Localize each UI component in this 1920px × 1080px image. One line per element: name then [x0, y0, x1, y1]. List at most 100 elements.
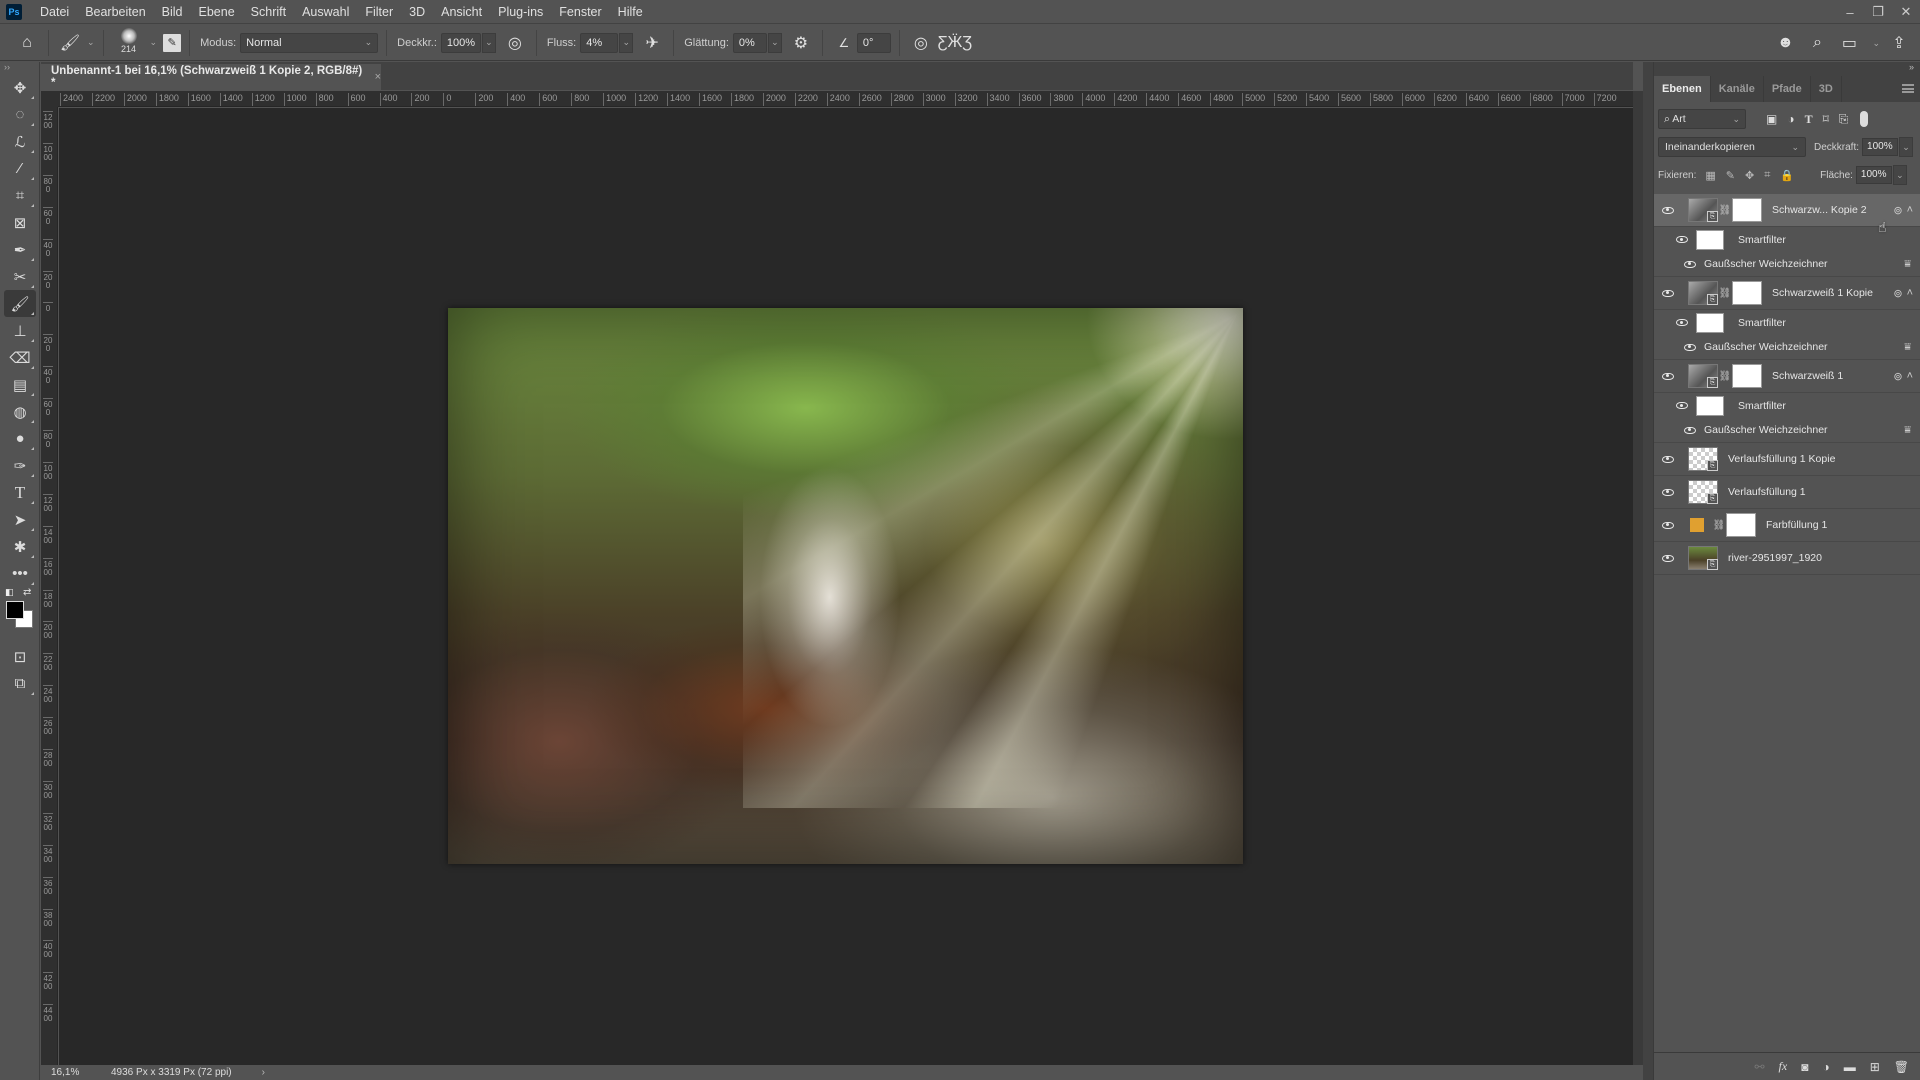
- close-window-button[interactable]: ✕: [1892, 0, 1920, 24]
- visibility-eye-icon[interactable]: [1654, 289, 1682, 297]
- ruler-origin[interactable]: [41, 91, 58, 107]
- visibility-eye-icon[interactable]: [1682, 260, 1698, 268]
- menu-hilfe[interactable]: Hilfe: [610, 0, 651, 24]
- menu-auswahl[interactable]: Auswahl: [294, 0, 357, 24]
- menu-bild[interactable]: Bild: [154, 0, 191, 24]
- layer-style-fx-icon[interactable]: fx: [1779, 1059, 1788, 1074]
- healing-tool-icon[interactable]: ✂: [4, 263, 36, 290]
- layer-name[interactable]: Schwarzweiß 1 Kopie: [1772, 287, 1873, 299]
- search-icon[interactable]: ⌕: [1804, 30, 1830, 56]
- default-colors-icon[interactable]: ◧: [5, 587, 14, 598]
- panel-menu-icon[interactable]: [1902, 84, 1914, 93]
- layer-opacity-input[interactable]: 100%: [1862, 138, 1899, 156]
- brush-settings-icon[interactable]: ✎: [163, 33, 182, 52]
- share-export-icon[interactable]: ⇪: [1886, 30, 1912, 56]
- filter-row[interactable]: Gaußscher Weichzeichner ⩸: [1654, 252, 1920, 277]
- blend-mode-select[interactable]: Ineinanderkopieren ⌄: [1658, 137, 1806, 157]
- eyedropper-tool-icon[interactable]: ✒: [4, 236, 36, 263]
- link-chain-icon[interactable]: ⛓: [1712, 520, 1726, 531]
- filter-row[interactable]: Gaußscher Weichzeichner ⩸: [1654, 418, 1920, 443]
- visibility-eye-icon[interactable]: [1654, 521, 1682, 529]
- smartfilter-row[interactable]: Smartfilter: [1654, 310, 1920, 335]
- smoothing-input[interactable]: 0%: [732, 32, 767, 53]
- lock-image-pixels-icon[interactable]: ✎: [1726, 169, 1735, 182]
- swap-colors-icon[interactable]: ⇄: [23, 587, 31, 598]
- filter-blending-options-icon[interactable]: ⩸: [1904, 424, 1911, 437]
- visibility-eye-icon[interactable]: [1654, 488, 1682, 496]
- workspace-icon[interactable]: ▭: [1836, 30, 1862, 56]
- layer-opacity-dropdown[interactable]: ⌄: [1899, 137, 1914, 157]
- toolbar-collapse-icon[interactable]: ››: [0, 62, 39, 74]
- lock-transparent-pixels-icon[interactable]: ▦: [1705, 169, 1715, 182]
- smartfilter-mask-thumbnail[interactable]: [1696, 395, 1724, 416]
- collapse-chevron-icon[interactable]: ˄: [1907, 287, 1913, 300]
- path-selection-tool-icon[interactable]: ➤: [4, 506, 36, 533]
- opacity-input[interactable]: 100%: [440, 32, 481, 53]
- visibility-eye-icon[interactable]: [1654, 372, 1682, 380]
- visibility-eye-icon[interactable]: [1654, 206, 1682, 214]
- layer-row[interactable]: ⎘ ⛓ Schwarzweiß 1 ⊚ ˄: [1654, 360, 1920, 393]
- visibility-eye-icon[interactable]: [1668, 236, 1696, 243]
- brush-tool-preset-icon[interactable]: 🖌: [57, 30, 83, 56]
- new-group-folder-icon[interactable]: ▬: [1844, 1060, 1856, 1074]
- move-tool-icon[interactable]: ✥: [4, 74, 36, 101]
- visibility-eye-icon[interactable]: [1668, 402, 1696, 409]
- foreground-color[interactable]: [6, 601, 24, 619]
- gear-icon[interactable]: ⚙: [788, 30, 814, 56]
- menu-ebene[interactable]: Ebene: [191, 0, 243, 24]
- airbrush-icon[interactable]: ✈: [639, 30, 665, 56]
- fill-dropdown[interactable]: ⌄: [1892, 165, 1907, 185]
- frame-tool-icon[interactable]: ⊠: [4, 209, 36, 236]
- layer-name[interactable]: Verlaufsfüllung 1 Kopie: [1728, 453, 1835, 465]
- smartfilter-mask-thumbnail[interactable]: [1696, 312, 1724, 333]
- lock-all-icon[interactable]: 🔒: [1780, 169, 1794, 182]
- restore-button[interactable]: ❐: [1864, 0, 1892, 24]
- layer-name[interactable]: Verlaufsfüllung 1: [1728, 486, 1806, 498]
- mode-select[interactable]: Normal ⌄: [240, 32, 379, 53]
- type-layer-filter-icon[interactable]: T: [1805, 112, 1813, 127]
- share-user-icon[interactable]: ☻: [1772, 30, 1798, 56]
- layer-row[interactable]: ⎘ ⛓ Schwarzweiß 1 Kopie ⊚ ˄: [1654, 277, 1920, 310]
- new-adjustment-layer-icon[interactable]: ◑: [1822, 1060, 1829, 1074]
- pen-tool-icon[interactable]: ✑: [4, 452, 36, 479]
- smart-object-filter-icon[interactable]: ⎘: [1839, 112, 1849, 127]
- document-tab[interactable]: Unbenannt-1 bei 16,1% (Schwarzweiß 1 Kop…: [41, 64, 381, 90]
- layer-filter-kind-select[interactable]: ⌕ Art ⌄: [1658, 109, 1746, 129]
- layer-mask-thumbnail[interactable]: [1732, 281, 1762, 305]
- menu-ansicht[interactable]: Ansicht: [433, 0, 490, 24]
- visibility-eye-icon[interactable]: [1668, 319, 1696, 326]
- flow-input[interactable]: 4%: [580, 32, 619, 53]
- gradient-tool-icon[interactable]: ▤: [4, 371, 36, 398]
- layer-row[interactable]: ⎘ Verlaufsfüllung 1: [1654, 476, 1920, 509]
- more-tools-icon[interactable]: •••: [4, 560, 36, 587]
- chevron-down-icon[interactable]: ⌄: [87, 37, 95, 48]
- dodge-tool-icon[interactable]: ●: [4, 425, 36, 452]
- layer-row[interactable]: ⛓ Farbfüllung 1: [1654, 509, 1920, 542]
- clone-stamp-tool-icon[interactable]: ⊥: [4, 317, 36, 344]
- chevron-down-icon[interactable]: ⌄: [150, 37, 158, 48]
- minimize-button[interactable]: –: [1836, 0, 1864, 24]
- filter-toggle[interactable]: [1860, 111, 1869, 127]
- opacity-dropdown[interactable]: ⌄: [481, 32, 496, 53]
- brush-tool-icon[interactable]: 🖌: [4, 290, 36, 317]
- angle-input[interactable]: 0°: [856, 32, 891, 53]
- flow-dropdown[interactable]: ⌄: [619, 32, 634, 53]
- filter-blending-options-icon[interactable]: ⩸: [1904, 341, 1911, 354]
- crop-tool-icon[interactable]: ⌗: [4, 182, 36, 209]
- menu-fenster[interactable]: Fenster: [551, 0, 609, 24]
- layer-name[interactable]: Farbfüllung 1: [1766, 519, 1827, 531]
- collapse-chevron-icon[interactable]: ˄: [1907, 370, 1913, 383]
- fill-input[interactable]: 100%: [1855, 166, 1892, 184]
- visibility-eye-icon[interactable]: [1654, 554, 1682, 562]
- adjustment-layer-filter-icon[interactable]: ◑: [1787, 112, 1794, 127]
- layer-name[interactable]: river-2951997_1920: [1728, 552, 1822, 564]
- zoom-level[interactable]: 16,1%: [41, 1067, 87, 1078]
- smart-filter-icon[interactable]: ⊚: [1893, 204, 1902, 217]
- menu-bearbeiten[interactable]: Bearbeiten: [77, 0, 153, 24]
- visibility-eye-icon[interactable]: [1682, 426, 1698, 434]
- add-mask-icon[interactable]: ◙: [1801, 1060, 1808, 1074]
- smart-filter-icon[interactable]: ⊚: [1893, 287, 1902, 300]
- eraser-tool-icon[interactable]: ⌫: [4, 344, 36, 371]
- status-menu-arrow-icon[interactable]: ›: [262, 1067, 265, 1078]
- document-image[interactable]: [448, 308, 1243, 864]
